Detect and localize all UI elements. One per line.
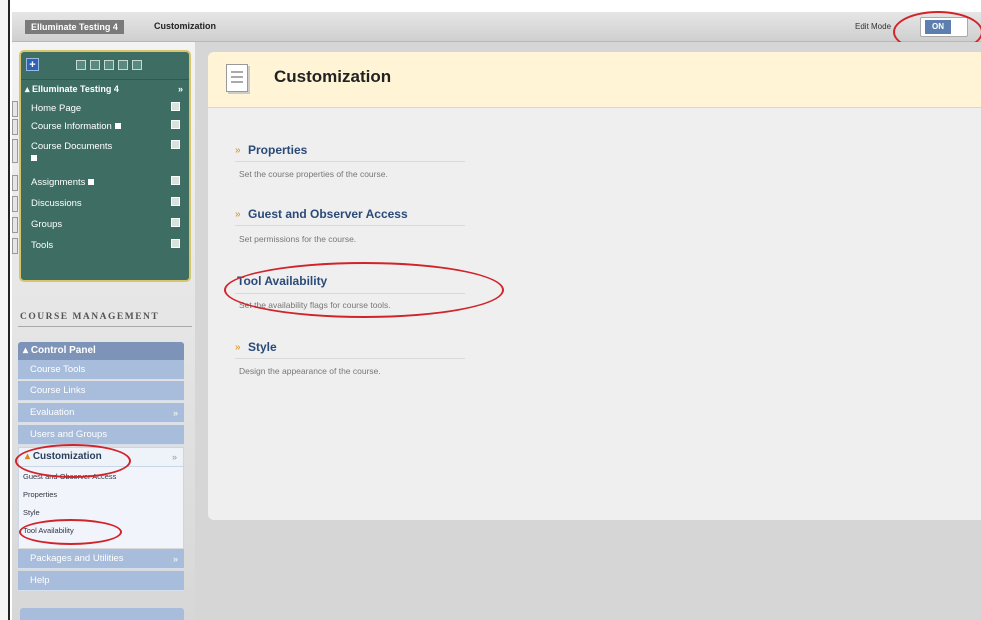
chevron-right-icon[interactable]: » bbox=[178, 82, 183, 96]
breadcrumb-course[interactable]: Elluminate Testing 4 bbox=[25, 20, 124, 34]
quick-setup-button[interactable] bbox=[20, 608, 184, 620]
option-description: Design the appearance of the course. bbox=[239, 366, 381, 376]
menu-item-label: Home Page bbox=[31, 103, 82, 114]
options-icon[interactable] bbox=[171, 197, 180, 206]
window-icon[interactable] bbox=[132, 60, 142, 70]
annotation-circle-tool-availability bbox=[224, 262, 504, 318]
page-header: Customization bbox=[208, 52, 981, 108]
control-panel-label: Packages and Utilities bbox=[30, 553, 124, 564]
menu-view-icons bbox=[76, 60, 142, 70]
control-panel-label: Help bbox=[30, 575, 50, 586]
course-menu: + ▴ Elluminate Testing 4 » Home Page Cou… bbox=[12, 50, 191, 282]
detail-view-icon[interactable] bbox=[104, 60, 114, 70]
option-link-properties[interactable]: Properties bbox=[248, 143, 307, 157]
submenu-link-properties[interactable]: Properties bbox=[23, 490, 57, 499]
options-icon[interactable] bbox=[171, 218, 180, 227]
menu-item-label: Groups bbox=[31, 219, 63, 230]
hidden-indicator-icon bbox=[114, 123, 121, 129]
option-link-guest-observer-access[interactable]: Guest and Observer Access bbox=[248, 207, 408, 221]
drag-handle-icon[interactable] bbox=[12, 196, 18, 212]
bullet-arrow-icon: » bbox=[235, 209, 241, 220]
options-icon[interactable] bbox=[171, 239, 180, 248]
course-menu-item-discussions[interactable]: Discussions bbox=[12, 195, 189, 213]
menu-item-label: Discussions bbox=[31, 198, 82, 209]
drag-handle-icon[interactable] bbox=[12, 175, 18, 191]
control-panel-item-course-tools[interactable]: Course Tools bbox=[18, 360, 184, 380]
folder-view-icon[interactable] bbox=[76, 60, 86, 70]
control-panel-item-evaluation[interactable]: Evaluation » bbox=[18, 403, 184, 423]
chevron-right-icon: » bbox=[171, 452, 177, 462]
divider bbox=[18, 326, 192, 327]
divider bbox=[235, 358, 465, 359]
drag-handle-icon[interactable] bbox=[12, 101, 18, 117]
control-panel-label: Course Tools bbox=[30, 364, 86, 375]
customization-page-icon bbox=[226, 64, 248, 92]
divider bbox=[235, 225, 465, 226]
control-panel-label: Evaluation bbox=[30, 407, 75, 418]
divider bbox=[235, 161, 465, 162]
course-menu-item-home-page[interactable]: Home Page bbox=[12, 100, 189, 118]
annotation-circle-customization bbox=[15, 444, 131, 478]
option-link-style[interactable]: Style bbox=[248, 340, 277, 354]
list-view-icon[interactable] bbox=[90, 60, 100, 70]
window-left-edge bbox=[0, 0, 10, 620]
annotation-circle-tool-availability-link bbox=[19, 519, 122, 545]
drag-handle-icon[interactable] bbox=[12, 217, 18, 233]
course-menu-item-assignments[interactable]: Assignments bbox=[12, 174, 189, 192]
course-menu-toolbar: + bbox=[21, 52, 189, 80]
options-icon[interactable] bbox=[171, 102, 180, 111]
option-description: Set permissions for the course. bbox=[239, 234, 357, 244]
hidden-indicator-icon bbox=[31, 155, 37, 161]
course-menu-item-course-documents[interactable]: Course Documents bbox=[12, 138, 189, 172]
control-panel-item-course-links[interactable]: Course Links bbox=[18, 381, 184, 401]
control-panel-item-packages-and-utilities[interactable]: Packages and Utilities » bbox=[18, 549, 184, 569]
bullet-arrow-icon: » bbox=[235, 342, 241, 353]
add-menu-item-button[interactable]: + bbox=[26, 58, 39, 71]
course-menu-item-course-information[interactable]: Course Information bbox=[12, 118, 189, 136]
course-menu-title[interactable]: ▴ Elluminate Testing 4 » bbox=[25, 82, 185, 96]
drag-handle-icon[interactable] bbox=[12, 119, 18, 135]
refresh-icon[interactable] bbox=[118, 60, 128, 70]
page-title: Customization bbox=[274, 67, 392, 86]
control-panel-item-help[interactable]: Help bbox=[18, 571, 184, 591]
drag-handle-icon[interactable] bbox=[12, 139, 18, 163]
breadcrumb-current: Customization bbox=[154, 21, 216, 31]
menu-item-label: Course Information bbox=[31, 121, 112, 132]
bullet-arrow-icon: » bbox=[235, 145, 241, 156]
hidden-indicator-icon bbox=[88, 179, 95, 185]
options-icon[interactable] bbox=[171, 140, 180, 149]
submenu-link-style[interactable]: Style bbox=[23, 508, 40, 517]
drag-handle-icon[interactable] bbox=[12, 238, 18, 254]
collapse-arrow-icon: ▴ bbox=[25, 84, 33, 94]
menu-item-label: Tools bbox=[31, 240, 54, 251]
course-title-label: Elluminate Testing 4 bbox=[32, 84, 119, 94]
options-icon[interactable] bbox=[171, 120, 180, 129]
chevron-right-icon: » bbox=[172, 408, 178, 418]
control-panel-item-users-and-groups[interactable]: Users and Groups bbox=[18, 425, 184, 445]
course-management-heading: COURSE MANAGEMENT bbox=[20, 312, 160, 322]
edit-mode-label: Edit Mode bbox=[855, 22, 892, 31]
collapse-arrow-icon: ▴ bbox=[23, 345, 31, 356]
control-panel-header[interactable]: ▴ Control Panel bbox=[18, 342, 184, 360]
menu-item-label: Assignments bbox=[31, 177, 86, 188]
control-panel-label: Control Panel bbox=[30, 345, 96, 356]
chevron-right-icon: » bbox=[172, 554, 178, 564]
options-icon[interactable] bbox=[171, 176, 180, 185]
course-menu-item-groups[interactable]: Groups bbox=[12, 216, 189, 234]
control-panel-label: Course Links bbox=[30, 385, 86, 396]
top-breadcrumb-bar: Elluminate Testing 4 Customization Edit … bbox=[12, 12, 981, 42]
menu-item-label: Course Documents bbox=[31, 141, 113, 152]
control-panel-label: Users and Groups bbox=[30, 429, 108, 440]
option-description: Set the course properties of the course. bbox=[239, 169, 388, 179]
course-menu-item-tools[interactable]: Tools bbox=[12, 237, 189, 255]
